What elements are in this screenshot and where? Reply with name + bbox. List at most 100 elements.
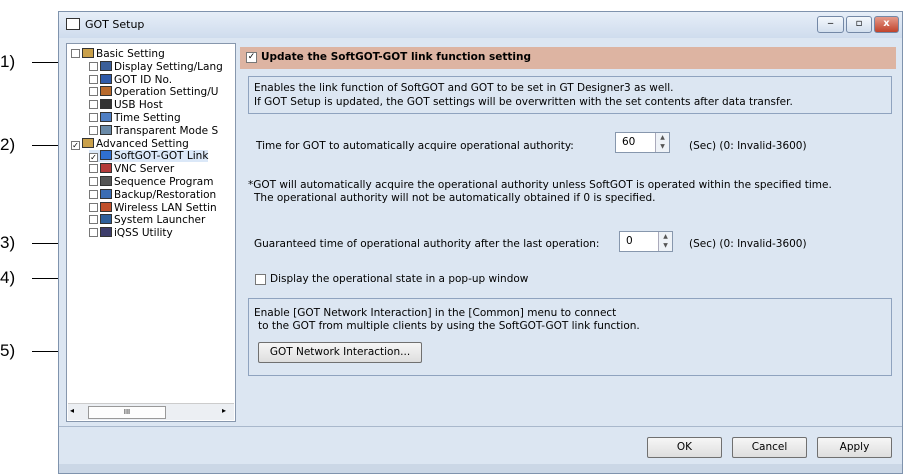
tree-item-label: Wireless LAN Settin (114, 201, 217, 214)
network-line-1: Enable [GOT Network Interaction] in the … (254, 307, 617, 319)
tree-item[interactable]: USB Host (89, 99, 163, 111)
minimize-button[interactable]: ‒ (817, 16, 844, 33)
tree-item[interactable]: Sequence Program (89, 176, 213, 188)
popup-checkbox[interactable] (255, 274, 266, 285)
footer-separator (59, 426, 902, 427)
tree-item-label: iQSS Utility (114, 227, 173, 240)
tree-item[interactable]: System Launcher (89, 214, 205, 226)
launcher-icon (100, 214, 112, 225)
display-icon (100, 60, 112, 71)
folder-settings-icon (82, 137, 94, 148)
acquire-time-arrows[interactable]: ▲ ▼ (655, 133, 669, 152)
settings-tree[interactable]: Basic Setting Display Setting/Lang GOT ID … (66, 43, 236, 422)
tree-item-checkbox[interactable] (89, 177, 98, 186)
acquire-time-stepper[interactable]: 60 ▲ ▼ (615, 132, 670, 153)
tree-item-checkbox[interactable] (71, 49, 80, 58)
tree-item[interactable]: Wireless LAN Settin (89, 201, 217, 214)
clock-icon (100, 112, 112, 122)
window-title: GOT Setup (85, 18, 145, 31)
id-icon (100, 73, 112, 84)
network-line-2: to the GOT from multiple clients by usin… (258, 320, 640, 332)
guarantee-time-value[interactable]: 0 (626, 235, 633, 247)
update-setting-checkbox[interactable]: ✓ (246, 52, 257, 63)
tree-item-label: Transparent Mode S (114, 124, 219, 137)
update-setting-label: Update the SoftGOT-GOT link function set… (261, 51, 531, 63)
tree-item-checkbox[interactable] (89, 61, 98, 71)
tree-item-checkbox[interactable] (89, 189, 98, 199)
link-icon (100, 150, 112, 161)
note-line-1: *GOT will automatically acquire the oper… (248, 179, 832, 191)
transparent-icon (100, 124, 112, 135)
callout-4: 4) (0, 268, 16, 287)
tree-item-label: System Launcher (114, 214, 206, 227)
tree-item-label: Operation Setting/U (114, 86, 219, 99)
utility-icon (100, 227, 112, 238)
tree-item-checkbox[interactable] (89, 74, 98, 84)
tree-item-label: SoftGOT-GOT Link (114, 150, 209, 163)
tree-item-label: Display Setting/Lang (114, 60, 223, 73)
tree-item-checkbox[interactable] (89, 113, 98, 122)
cancel-button[interactable]: Cancel (732, 437, 807, 458)
tree-item-checkbox[interactable] (89, 125, 98, 135)
scroll-left-arrow[interactable]: ◂ (70, 406, 74, 415)
guarantee-time-arrows[interactable]: ▲ ▼ (658, 232, 672, 251)
tree-item-checkbox[interactable] (89, 100, 98, 110)
info-line-2: If GOT Setup is updated, the GOT setting… (254, 96, 793, 108)
callout-1: 1) (0, 52, 16, 71)
title-bar[interactable]: GOT Setup ‒ ▫ x (59, 12, 902, 38)
guarantee-time-stepper[interactable]: 0 ▲ ▼ (619, 231, 673, 252)
program-icon (100, 176, 112, 186)
tree-item[interactable]: ✓ Advanced Setting (71, 137, 189, 150)
got-network-interaction-button[interactable]: GOT Network Interaction... (258, 342, 422, 363)
tree-item[interactable]: Transparent Mode S (89, 124, 219, 137)
tree-item[interactable]: Backup/Restoration (89, 188, 217, 201)
tree-item-label: Sequence Program (114, 176, 214, 188)
popup-label[interactable]: Display the operational state in a pop-u… (270, 273, 528, 285)
backup-icon (100, 188, 112, 199)
acquire-time-unit: (Sec) (0: Invalid-3600) (689, 140, 807, 152)
scroll-right-arrow[interactable]: ▸ (222, 406, 226, 415)
tree-item-label: Backup/Restoration (114, 188, 217, 201)
tree-item[interactable]: Basic Setting (71, 48, 165, 60)
tree-item-checkbox[interactable] (89, 202, 98, 212)
callout-2: 2) (0, 135, 16, 154)
acquire-time-label: Time for GOT to automatically acquire op… (256, 140, 574, 152)
maximize-button[interactable]: ▫ (846, 16, 872, 33)
tree-item[interactable]: iQSS Utility (89, 227, 173, 239)
tree-item[interactable]: Display Setting/Lang (89, 60, 223, 73)
tree-item-label: Time Setting (114, 112, 181, 124)
tree-item[interactable]: GOT ID No. (89, 73, 173, 86)
status-strip (59, 464, 902, 473)
callout-3: 3) (0, 233, 16, 252)
ok-button[interactable]: OK (647, 437, 722, 458)
acquire-time-value[interactable]: 60 (622, 136, 635, 148)
vnc-icon (100, 163, 112, 174)
tree-item-checkbox[interactable] (89, 164, 98, 174)
tree-item-label: GOT ID No. (114, 73, 173, 86)
tree-item-label: Advanced Setting (96, 137, 189, 150)
tree-horizontal-scrollbar[interactable]: ◂ III ▸ (68, 403, 234, 420)
tree-item-checkbox[interactable] (89, 87, 98, 97)
folder-settings-icon (82, 48, 94, 58)
tree-item-label: VNC Server (114, 163, 175, 176)
tree-item[interactable]: ✓ SoftGOT-GOT Link (89, 150, 209, 163)
tree-item-checkbox[interactable] (89, 215, 98, 225)
tree-item-checkbox[interactable]: ✓ (71, 140, 80, 150)
update-setting-header[interactable]: ✓ Update the SoftGOT-GOT link function s… (240, 47, 896, 69)
tree-item-checkbox[interactable]: ✓ (89, 153, 98, 163)
app-icon (66, 18, 80, 30)
apply-button[interactable]: Apply (817, 437, 892, 458)
note-line-2: The operational authority will not be au… (254, 192, 656, 204)
callout-5: 5) (0, 341, 16, 360)
guarantee-time-label: Guaranteed time of operational authority… (254, 238, 600, 250)
usb-icon (100, 99, 112, 110)
tree-item-checkbox[interactable] (89, 228, 98, 238)
tree-item[interactable]: Operation Setting/U (89, 86, 218, 98)
tree-item-label: Basic Setting (96, 48, 165, 60)
scroll-thumb[interactable]: III (88, 406, 166, 419)
tree-item[interactable]: VNC Server (89, 163, 174, 175)
info-line-1: Enables the link function of SoftGOT and… (254, 82, 674, 94)
close-button[interactable]: x (874, 16, 899, 33)
got-setup-window: GOT Setup ‒ ▫ x Basic Setting Display Set… (58, 11, 903, 474)
tree-item[interactable]: Time Setting (89, 112, 181, 124)
